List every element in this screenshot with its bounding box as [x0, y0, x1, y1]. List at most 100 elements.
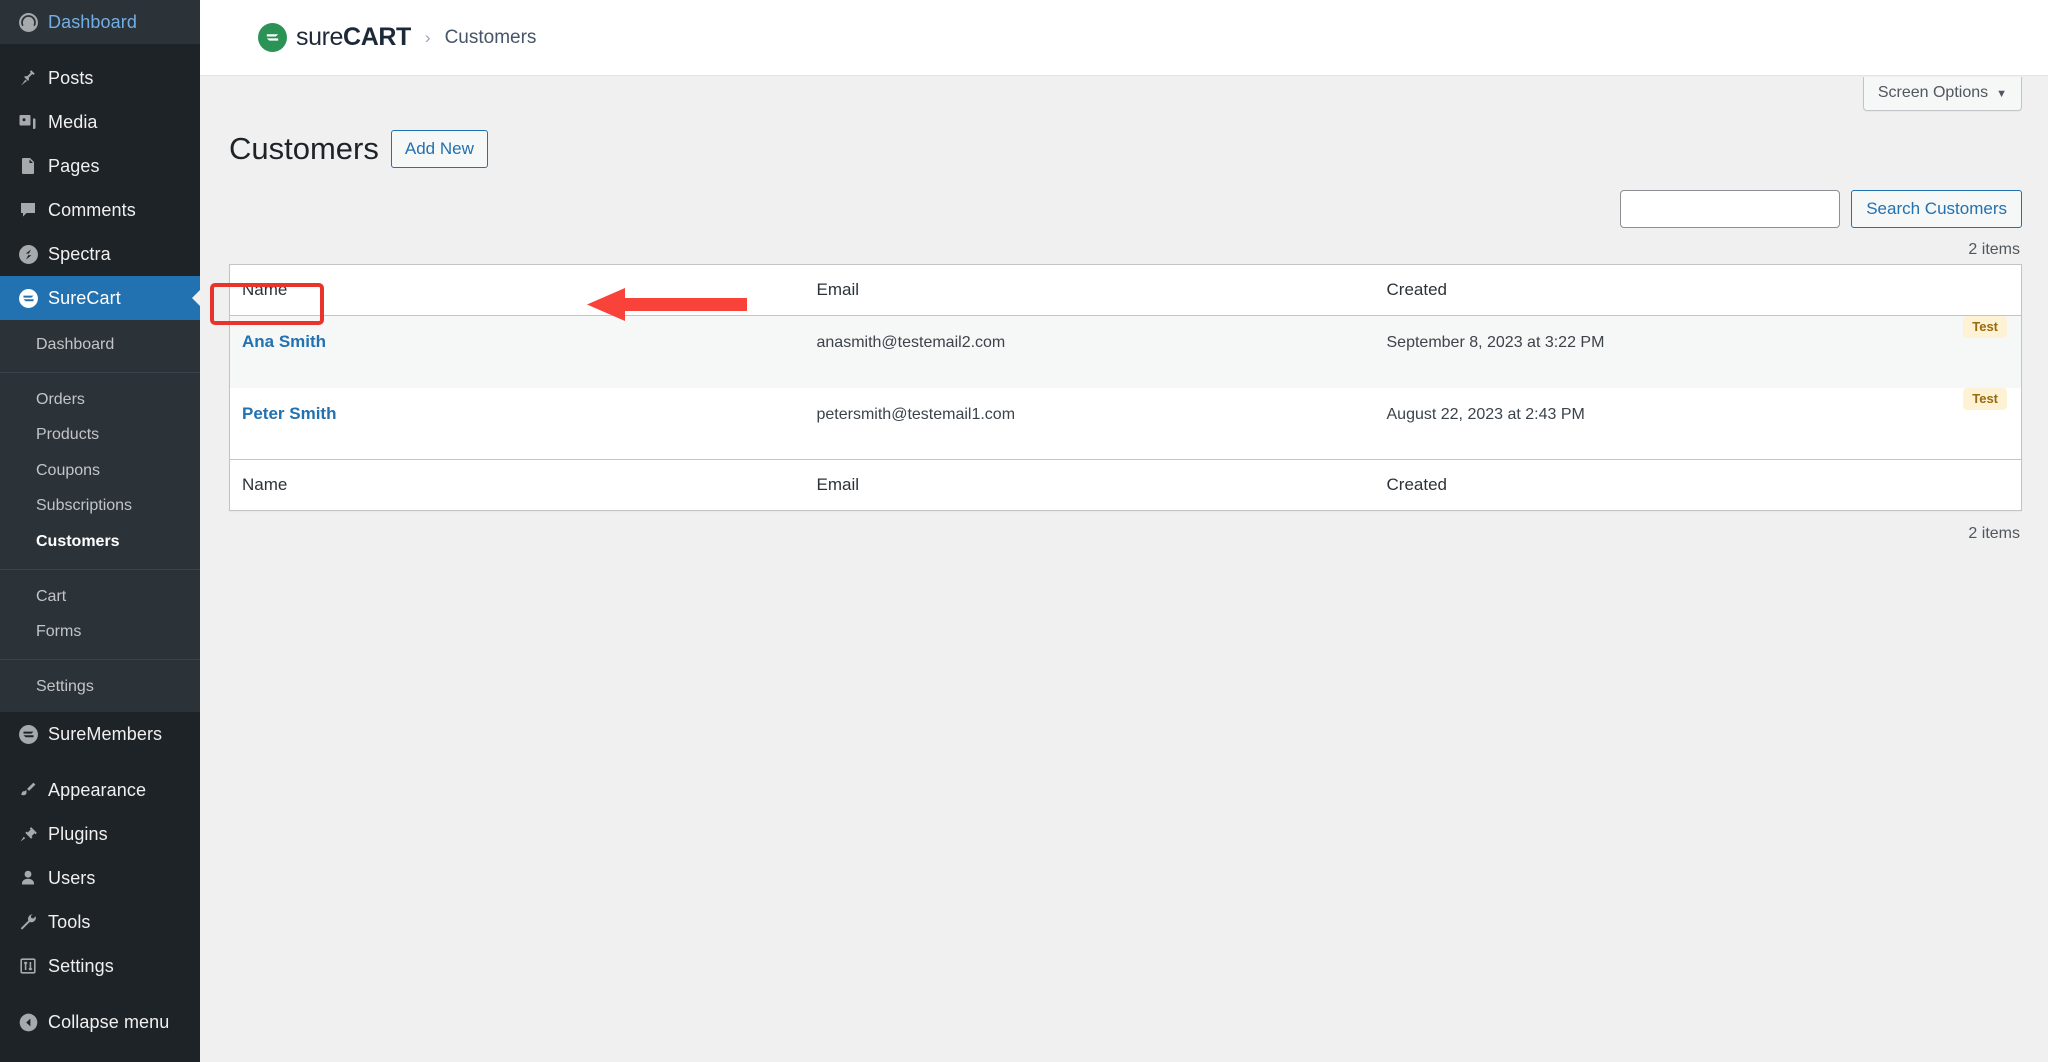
- sidebar-item-pages[interactable]: Pages: [0, 144, 200, 188]
- sidebar-item-label: Tools: [48, 913, 91, 931]
- brand-bold-text: CART: [343, 23, 411, 52]
- breadcrumb: sureCART › Customers: [258, 23, 536, 52]
- sidebar-item-tools[interactable]: Tools: [0, 900, 200, 944]
- column-header-created[interactable]: Created: [1375, 265, 2022, 316]
- user-icon: [14, 864, 42, 892]
- screen-options-label: Screen Options: [1878, 84, 1988, 101]
- sidebar-item-settings[interactable]: Settings: [0, 944, 200, 988]
- page-title: Customers: [229, 120, 379, 178]
- admin-sidebar: Dashboard Posts Media Pages Comments Spe…: [0, 0, 200, 1062]
- cell-email: anasmith@testemail2.com: [805, 316, 1375, 388]
- column-footer-created[interactable]: Created: [1375, 460, 2022, 511]
- sidebar-subitem-settings[interactable]: Settings: [0, 669, 200, 705]
- table-foot: Name Email Created: [230, 460, 2022, 511]
- sidebar-item-suremembers[interactable]: SureMembers: [0, 712, 200, 756]
- cell-created: August 22, 2023 at 2:43 PM Test: [1375, 388, 2022, 460]
- sidebar-item-comments[interactable]: Comments: [0, 188, 200, 232]
- cell-email: petersmith@testemail1.com: [805, 388, 1375, 460]
- media-icon: [14, 108, 42, 136]
- sidebar-item-label: Spectra: [48, 245, 111, 263]
- suremembers-icon: [14, 720, 42, 748]
- item-count-bottom: 2 items: [229, 525, 2022, 543]
- pin-icon: [14, 64, 42, 92]
- sidebar-divider: [0, 44, 200, 56]
- status-badge: Test: [1963, 316, 2007, 338]
- sidebar-subitem-coupons[interactable]: Coupons: [0, 453, 200, 489]
- table-row: Peter Smith petersmith@testemail1.com Au…: [230, 388, 2022, 460]
- submenu-divider: [0, 569, 200, 570]
- sidebar-subitem-cart[interactable]: Cart: [0, 579, 200, 615]
- surecart-wordmark: sureCART: [296, 23, 411, 52]
- comment-icon: [14, 196, 42, 224]
- sidebar-item-label: SureCart: [48, 289, 121, 307]
- column-footer-name[interactable]: Name: [230, 460, 805, 511]
- collapse-icon: [14, 1008, 42, 1036]
- created-date: September 8, 2023 at 3:22 PM: [1387, 334, 1605, 351]
- sidebar-item-label: Pages: [48, 157, 100, 175]
- sidebar-subitem-orders[interactable]: Orders: [0, 382, 200, 418]
- main-content: sureCART › Customers Screen Options ▼ Cus…: [200, 0, 2048, 1062]
- table-row: Ana Smith anasmith@testemail2.com Septem…: [230, 316, 2022, 388]
- sidebar-item-label: Settings: [48, 957, 114, 975]
- sidebar-item-label: Appearance: [48, 781, 146, 799]
- add-new-button[interactable]: Add New: [391, 130, 488, 169]
- item-count-top: 2 items: [229, 241, 2022, 259]
- spectra-icon: [14, 240, 42, 268]
- sidebar-item-appearance[interactable]: Appearance: [0, 768, 200, 812]
- page-body: Customers Add New Search Customers 2 ite…: [200, 76, 2048, 543]
- column-footer-email[interactable]: Email: [805, 460, 1375, 511]
- sidebar-item-label: SureMembers: [48, 725, 162, 743]
- sidebar-item-collapse-menu[interactable]: Collapse menu: [0, 1000, 200, 1044]
- wrench-icon: [14, 908, 42, 936]
- plug-icon: [14, 820, 42, 848]
- sidebar-item-label: Collapse menu: [48, 1013, 169, 1031]
- sidebar-divider: [0, 988, 200, 1000]
- dashboard-icon: [14, 8, 42, 36]
- sidebar-item-users[interactable]: Users: [0, 856, 200, 900]
- sidebar-item-label: Plugins: [48, 825, 108, 843]
- submenu-divider: [0, 659, 200, 660]
- sidebar-item-surecart[interactable]: SureCart: [0, 276, 200, 320]
- sidebar-item-plugins[interactable]: Plugins: [0, 812, 200, 856]
- search-row: Search Customers: [229, 190, 2022, 228]
- submenu-divider: [0, 372, 200, 373]
- created-date: August 22, 2023 at 2:43 PM: [1387, 406, 1585, 423]
- sidebar-item-label: Comments: [48, 201, 136, 219]
- brand-light-text: sure: [296, 23, 343, 52]
- surecart-submenu: Dashboard Orders Products Coupons Subscr…: [0, 320, 200, 712]
- cell-name: Ana Smith: [230, 316, 805, 388]
- table-head: Name Email Created: [230, 265, 2022, 316]
- brush-icon: [14, 776, 42, 804]
- surecart-icon: [14, 284, 42, 312]
- table-body: Ana Smith anasmith@testemail2.com Septem…: [230, 316, 2022, 460]
- search-customers-button[interactable]: Search Customers: [1851, 190, 2022, 228]
- sidebar-item-label: Media: [48, 113, 98, 131]
- sidebar-subitem-subscriptions[interactable]: Subscriptions: [0, 488, 200, 524]
- sidebar-item-label: Users: [48, 869, 96, 887]
- sidebar-item-label: Posts: [48, 69, 94, 87]
- sidebar-item-dashboard[interactable]: Dashboard: [0, 0, 200, 44]
- sidebar-item-media[interactable]: Media: [0, 100, 200, 144]
- sidebar-subitem-dashboard[interactable]: Dashboard: [0, 327, 200, 363]
- sidebar-subitem-customers[interactable]: Customers: [0, 524, 200, 560]
- search-input[interactable]: [1620, 190, 1840, 228]
- screen-options-button[interactable]: Screen Options ▼: [1863, 77, 2022, 111]
- surecart-topbar: sureCART › Customers: [200, 0, 2048, 76]
- sidebar-item-spectra[interactable]: Spectra: [0, 232, 200, 276]
- pages-icon: [14, 152, 42, 180]
- column-header-name[interactable]: Name: [230, 265, 805, 316]
- sidebar-item-posts[interactable]: Posts: [0, 56, 200, 100]
- sidebar-subitem-products[interactable]: Products: [0, 417, 200, 453]
- page-title-row: Customers Add New: [229, 120, 2022, 178]
- surecart-logo-icon: [258, 23, 287, 52]
- customer-link[interactable]: Ana Smith: [242, 332, 326, 351]
- sidebar-item-label: Dashboard: [48, 13, 137, 31]
- sidebar-subitem-forms[interactable]: Forms: [0, 614, 200, 650]
- chevron-down-icon: ▼: [1996, 88, 2007, 100]
- customer-link[interactable]: Peter Smith: [242, 404, 336, 423]
- cell-name: Peter Smith: [230, 388, 805, 460]
- column-header-email[interactable]: Email: [805, 265, 1375, 316]
- cell-created: September 8, 2023 at 3:22 PM Test: [1375, 316, 2022, 388]
- table-header-row: Name Email Created: [230, 265, 2022, 316]
- sliders-icon: [14, 952, 42, 980]
